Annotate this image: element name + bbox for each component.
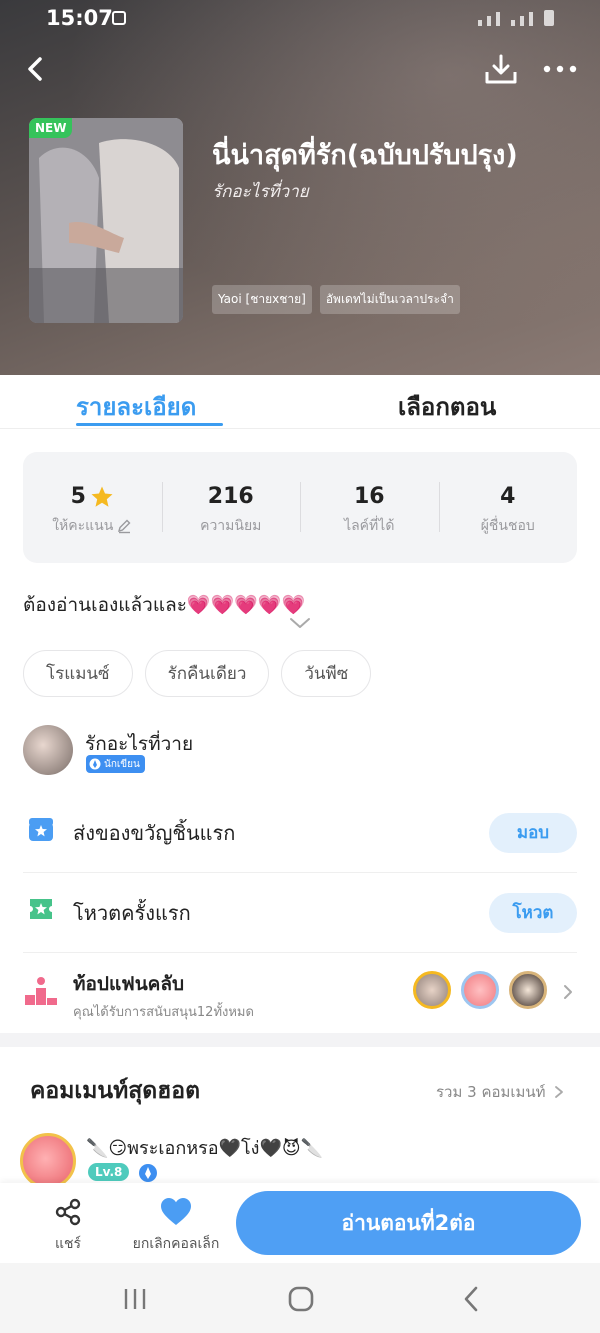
top-fan-avatar-bronze	[509, 971, 547, 1009]
writer-profile[interactable]: รักอะไรที่วาย นักเขียน	[23, 725, 577, 779]
novel-author[interactable]: รักอะไรที่วาย	[212, 178, 309, 205]
top-fan-avatar-gold	[413, 971, 451, 1009]
star-icon	[91, 486, 113, 507]
synopsis-text: ต้องอ่านเองแล้วและ💗💗💗💗💗	[23, 594, 306, 616]
popularity-label: ความนิยม	[200, 518, 262, 534]
all-comments-link[interactable]: รวม 3 คอมเมนท์	[436, 1080, 564, 1104]
novel-header: 15:07 NEW นี่น่าสุดที่รัก(ฉบับปรับปรุง) …	[0, 0, 600, 375]
commenter-name: 🔪😏พระเอกหรอ🖤โง่🖤😈🔪	[86, 1138, 324, 1159]
vote-ticket-icon	[30, 899, 52, 919]
top-fan-avatars	[413, 971, 547, 1009]
status-bar: 15:07	[0, 0, 600, 38]
tag-update-schedule: อัพเดทไม่เป็นเวลาประจำ	[319, 285, 460, 314]
fanclub-title: ท้อปแฟนคลับ	[73, 973, 185, 995]
genre-chip[interactable]: โรแมนซ์	[23, 650, 133, 697]
stat-popularity: 216 ความนิยม	[161, 452, 301, 563]
pencil-icon	[118, 519, 131, 534]
writer-badge-label: นักเขียน	[104, 758, 140, 770]
download-icon[interactable]	[484, 52, 518, 86]
podium-icon	[25, 977, 57, 1005]
writer-badge: นักเขียน	[86, 755, 145, 773]
bottom-action-bar: แชร์ ยกเลิกคอลเล็ก อ่านตอนที่2ต่อ	[0, 1183, 600, 1263]
status-time: 15:07	[46, 6, 113, 30]
share-icon	[55, 1198, 81, 1226]
more-options-icon[interactable]	[540, 54, 580, 84]
rating-label: ให้คะแนน	[52, 518, 114, 534]
fanclub-subtitle: คุณได้รับการสนับสนุน12ทั้งหมด	[73, 1005, 254, 1020]
chevron-right-icon	[564, 985, 572, 999]
cover-art	[29, 118, 183, 323]
active-tab-indicator	[76, 423, 223, 426]
heart-icon	[161, 1198, 191, 1225]
tab-episodes[interactable]: เลือกตอน	[398, 387, 496, 426]
likes-value: 16	[353, 484, 385, 509]
tag-category: Yaoi [ชายxชาย]	[212, 285, 312, 314]
tab-bar: รายละเอียด เลือกตอน	[0, 375, 600, 429]
share-button[interactable]: แชร์	[38, 1197, 98, 1255]
novel-tags: Yaoi [ชายxชาย] อัพเดทไม่เป็นเวลาประจำ	[212, 285, 460, 314]
continue-reading-button[interactable]: อ่านตอนที่2ต่อ	[236, 1191, 581, 1255]
stat-likes: 16 ไลค์ที่ได้	[300, 452, 439, 563]
comments-count: รวม 3 คอมเมนท์	[436, 1083, 546, 1101]
share-label: แชร์	[54, 1236, 82, 1252]
signal-icons	[478, 10, 554, 26]
vote-label: โหวตครั้งแรก	[73, 901, 191, 925]
genre-chip[interactable]: รักคืนเดียว	[144, 650, 270, 697]
commenter-level-badge: Lv.8	[88, 1163, 130, 1181]
genre-chip[interactable]: วันพีซ	[281, 650, 372, 697]
genre-chips: โรแมนซ์ รักคืนเดียว วันพีซ	[23, 650, 372, 697]
writer-avatar	[23, 725, 73, 775]
top-fan-avatar-silver	[461, 971, 499, 1009]
vote-row: โหวตครั้งแรก โหวต	[23, 873, 577, 953]
recent-apps-icon[interactable]	[122, 1287, 148, 1311]
top-fanclub-row[interactable]: ท้อปแฟนคลับ คุณได้รับการสนับสนุน12ทั้งหม…	[23, 953, 577, 1033]
notification-icon	[112, 11, 126, 25]
writer-badge-icon	[139, 1164, 157, 1182]
stat-fans: 4 ผู้ชื่นชอบ	[438, 452, 578, 563]
gift-label: ส่งของขวัญชิ้นแรก	[73, 821, 236, 845]
cover-image[interactable]: NEW	[29, 118, 183, 323]
give-gift-button[interactable]: มอบ	[489, 813, 577, 853]
back-icon[interactable]	[20, 52, 54, 86]
uncollect-label: ยกเลิกคอลเล็ก	[132, 1236, 220, 1252]
likes-label: ไลค์ที่ได้	[344, 518, 395, 534]
stats-panel: 5 ให้คะแนน 216 ความนิยม 16 ไลค์ที่ได้ 4 …	[23, 452, 577, 563]
gift-icon	[29, 818, 53, 841]
novel-title: นี่น่าสุดที่รัก(ฉบับปรับปรุง)	[212, 140, 518, 171]
section-divider	[0, 1033, 600, 1047]
expand-chevron-icon[interactable]	[288, 615, 312, 631]
uncollect-button[interactable]: ยกเลิกคอลเล็ก	[126, 1197, 226, 1255]
hot-comments-title: คอมเมนท์สุดฮอต	[30, 1078, 201, 1104]
top-bar	[0, 48, 600, 92]
system-nav-bar	[0, 1263, 600, 1333]
fans-label: ผู้ชื่นชอบ	[480, 518, 535, 534]
pen-badge-icon	[89, 758, 101, 770]
rating-value: 5	[70, 484, 86, 509]
home-icon[interactable]	[287, 1285, 315, 1313]
new-badge: NEW	[29, 118, 73, 138]
commenter-avatar[interactable]	[20, 1133, 76, 1189]
vote-button[interactable]: โหวต	[489, 893, 577, 933]
popularity-value: 216	[207, 484, 254, 509]
chevron-right-icon	[554, 1086, 563, 1098]
nav-back-icon[interactable]	[462, 1285, 480, 1313]
fans-value: 4	[500, 484, 516, 509]
stat-rating[interactable]: 5 ให้คะแนน	[23, 452, 162, 563]
gift-row: ส่งของขวัญชิ้นแรก มอบ	[23, 793, 577, 873]
tab-details[interactable]: รายละเอียด	[76, 387, 196, 426]
